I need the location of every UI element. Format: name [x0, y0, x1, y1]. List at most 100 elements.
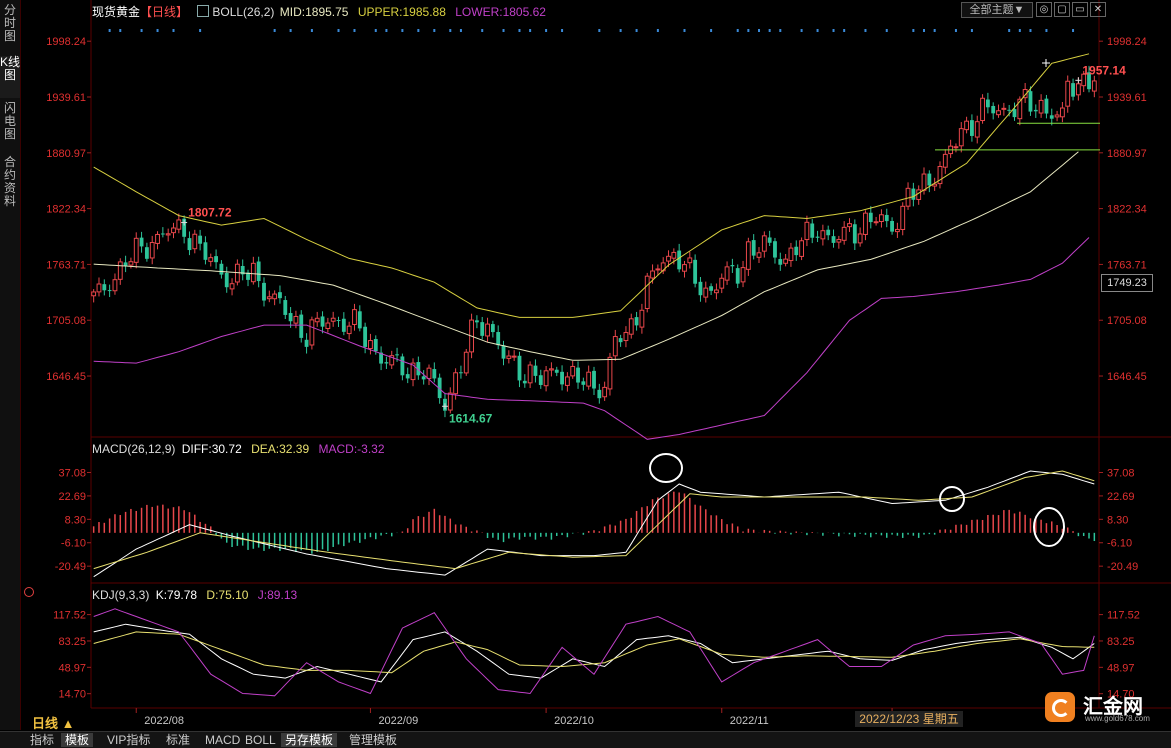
candle-body-down	[533, 365, 538, 376]
candle-body-up	[863, 212, 868, 235]
boll-mid-value: MID:1895.75	[279, 5, 349, 19]
candle-body-down	[810, 223, 815, 238]
candle	[868, 206, 873, 229]
event-marker-dot	[954, 29, 957, 32]
candle	[890, 217, 894, 235]
candle-body-up	[953, 146, 959, 149]
tab-manage-template[interactable]: 管理模板	[345, 733, 401, 747]
candle	[836, 235, 842, 249]
theme-dropdown-button[interactable]: 全部主题▼	[961, 2, 1033, 18]
price-tick-label-right: 1939.61	[1107, 92, 1147, 104]
candle	[937, 161, 943, 189]
candle-body-down	[985, 99, 990, 108]
candle	[405, 367, 410, 384]
candle	[815, 230, 820, 243]
highlight-circle	[1033, 507, 1065, 547]
logo-icon	[1045, 692, 1075, 722]
event-marker-dot	[374, 29, 377, 32]
candle	[357, 305, 362, 332]
candle-body-down	[214, 256, 219, 263]
candle	[735, 264, 740, 289]
candle	[820, 224, 826, 246]
candle-body-up	[527, 364, 533, 384]
candle	[560, 365, 564, 391]
candle-body-up	[964, 120, 970, 131]
candle-body-down	[709, 286, 714, 291]
candle	[714, 283, 719, 300]
window-restore-icon[interactable]: ▭	[1072, 2, 1088, 17]
candle-body-up	[485, 323, 490, 337]
candle-body-up	[511, 355, 517, 358]
candle-body-up	[330, 317, 336, 322]
candle-body-down	[1071, 83, 1075, 97]
candle-body-up	[996, 110, 1001, 116]
event-marker-dot	[289, 29, 292, 32]
candle-body-down	[490, 324, 495, 333]
tab-save-template[interactable]: 另存模板	[281, 733, 338, 747]
period-select-button[interactable]: 日线 ▲	[32, 713, 74, 732]
candle-body-up	[628, 318, 634, 335]
macd-tick-label-right: 8.30	[1107, 514, 1128, 526]
candle	[687, 251, 693, 269]
window-maximize-icon[interactable]: ▢	[1054, 2, 1070, 17]
candle	[246, 269, 250, 287]
candle-body-up	[112, 279, 118, 292]
date-tick-label: 2022/11	[730, 715, 769, 727]
candle-body-up	[719, 277, 725, 289]
gold678-logo: 汇金网 www.gold678.com	[1045, 690, 1165, 724]
tab-vip-indicators[interactable]: VIP指标	[103, 733, 154, 747]
macd-tick-label-left: -6.10	[61, 538, 86, 550]
candle-body-up	[229, 283, 235, 290]
candle	[336, 316, 341, 327]
boll-icon	[197, 5, 210, 17]
candle	[256, 256, 261, 288]
window-settings-icon[interactable]: ◎	[1036, 2, 1052, 17]
candle-body-down	[517, 355, 522, 381]
candle	[618, 334, 623, 347]
candle	[410, 358, 416, 387]
tab-indicators[interactable]: 指标	[26, 733, 58, 747]
candle	[426, 364, 432, 386]
candle-body-up	[1038, 99, 1044, 114]
candle	[266, 290, 272, 303]
candle-body-up	[96, 283, 102, 293]
price-tick-label-left: 1763.71	[46, 259, 86, 271]
candle	[863, 210, 868, 241]
candle-body-up	[836, 239, 842, 243]
candle-body-up	[687, 257, 693, 264]
macd-dea-value: DEA:32.39	[251, 442, 310, 456]
candle-body-down	[778, 259, 783, 265]
candle-body-down	[262, 282, 266, 301]
candle-body-up	[623, 332, 629, 342]
macd-tick-label-right: 37.08	[1107, 468, 1135, 480]
candle	[804, 215, 810, 247]
candle	[309, 316, 315, 350]
window-close-icon[interactable]: ✕	[1090, 2, 1106, 17]
kdj-indicator-icon[interactable]	[24, 587, 34, 597]
candle	[463, 348, 469, 376]
tab-boll[interactable]: BOLL	[241, 733, 280, 747]
event-marker-dot	[779, 29, 782, 32]
candle-body-up	[570, 365, 576, 377]
candle-body-down	[123, 262, 128, 266]
candle-body-up	[740, 267, 746, 283]
candle	[740, 260, 746, 288]
tab-macd[interactable]: MACD	[201, 733, 244, 747]
candle	[549, 362, 554, 377]
kdj-label: KDJ(9,3,3)	[92, 588, 150, 602]
candle-body-down	[698, 281, 703, 296]
candle-body-up	[974, 121, 980, 138]
date-tick-label: 2022/09	[378, 715, 418, 727]
candle	[969, 114, 974, 142]
candle	[831, 229, 836, 248]
tab-template[interactable]: 模板	[61, 733, 94, 747]
chart-canvas[interactable]: 1998.24 1998.24 1939.61 1939.61 1880.97 1880.…	[0, 0, 1171, 731]
price-tick-label-left: 1705.08	[46, 315, 86, 327]
candle-body-up	[650, 270, 655, 279]
macd-tick-label-right: 22.69	[1107, 491, 1135, 503]
candle	[447, 387, 453, 414]
candle-body-down	[794, 246, 799, 256]
tab-standard[interactable]: 标准	[162, 733, 194, 747]
candle	[278, 285, 282, 304]
candle	[564, 372, 570, 392]
